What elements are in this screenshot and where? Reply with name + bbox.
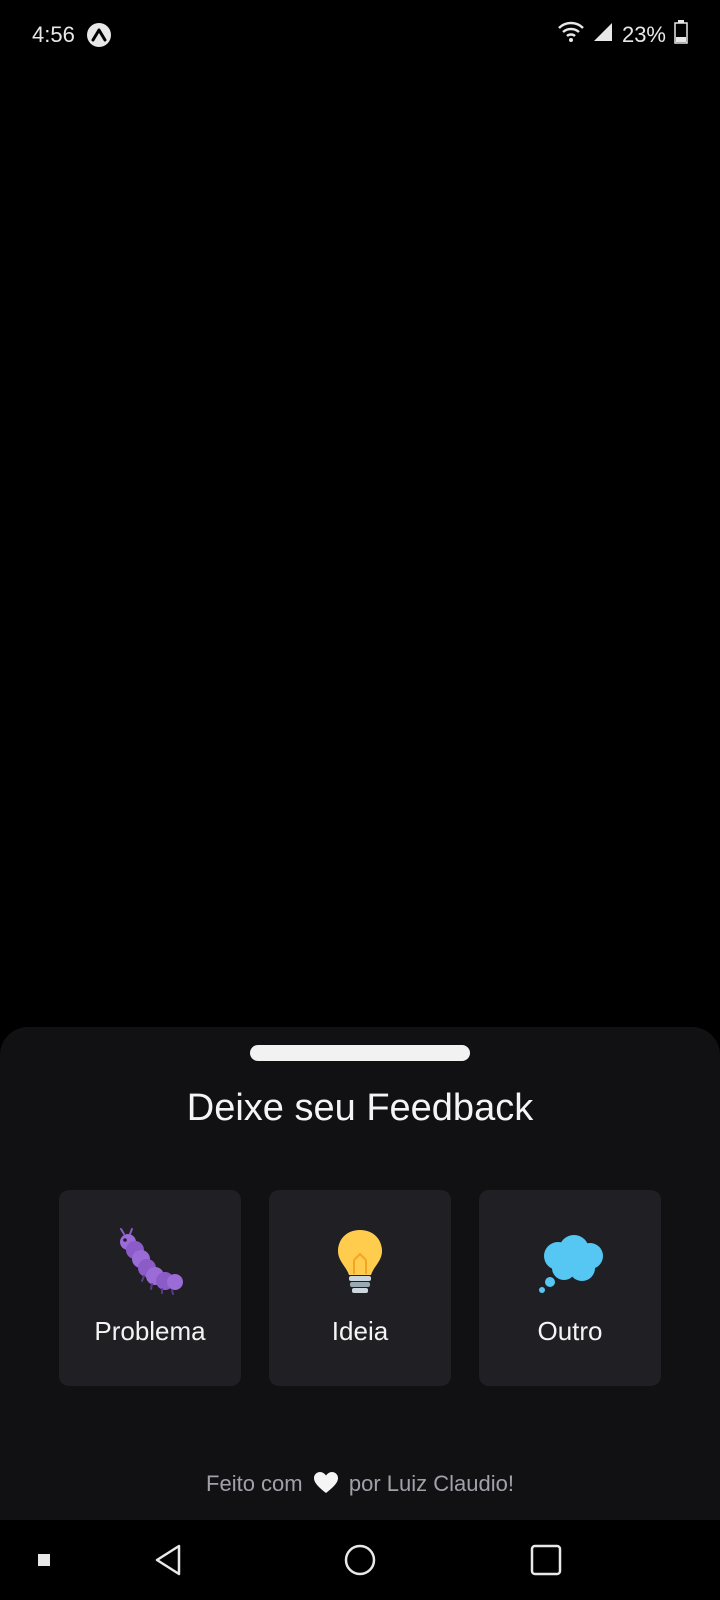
status-left: 4:56 <box>32 22 111 48</box>
feedback-sheet: Deixe seu Feedback Problema Ideia Outro … <box>0 1027 720 1520</box>
signal-icon <box>592 21 614 49</box>
recents-icon[interactable] <box>524 1538 568 1582</box>
lightbulb-icon <box>269 1226 451 1298</box>
footer-credit: Feito com por Luiz Claudio! <box>0 1471 720 1501</box>
thought-bubble-icon <box>479 1226 661 1298</box>
navigation-bar <box>0 1520 720 1600</box>
footer-prefix: Feito com <box>206 1471 303 1496</box>
heart-icon <box>313 1471 339 1501</box>
battery-percent: 23% <box>621 22 666 47</box>
back-icon[interactable] <box>146 1538 190 1582</box>
option-outro-button[interactable]: Outro <box>479 1190 661 1386</box>
sheet-drag-handle[interactable] <box>250 1045 470 1061</box>
caterpillar-icon <box>59 1226 241 1298</box>
option-ideia-button[interactable]: Ideia <box>269 1190 451 1386</box>
battery-icon <box>674 20 688 50</box>
option-label: Ideia <box>331 1316 389 1346</box>
footer-suffix: por Luiz Claudio! <box>348 1471 514 1496</box>
feedback-options: Problema Ideia Outro <box>59 1190 661 1386</box>
status-right: 23% <box>558 20 688 50</box>
home-icon[interactable] <box>338 1538 382 1582</box>
option-label: Outro <box>537 1316 603 1346</box>
option-problema-button[interactable]: Problema <box>59 1190 241 1386</box>
status-bar: 4:56 23% <box>0 0 720 70</box>
status-time: 4:56 <box>32 22 75 47</box>
menu-dot-icon[interactable] <box>22 1538 66 1582</box>
expo-icon <box>86 23 111 47</box>
option-label: Problema <box>94 1316 206 1346</box>
sheet-title: Deixe seu Feedback <box>186 1087 534 1129</box>
wifi-icon <box>558 21 584 49</box>
